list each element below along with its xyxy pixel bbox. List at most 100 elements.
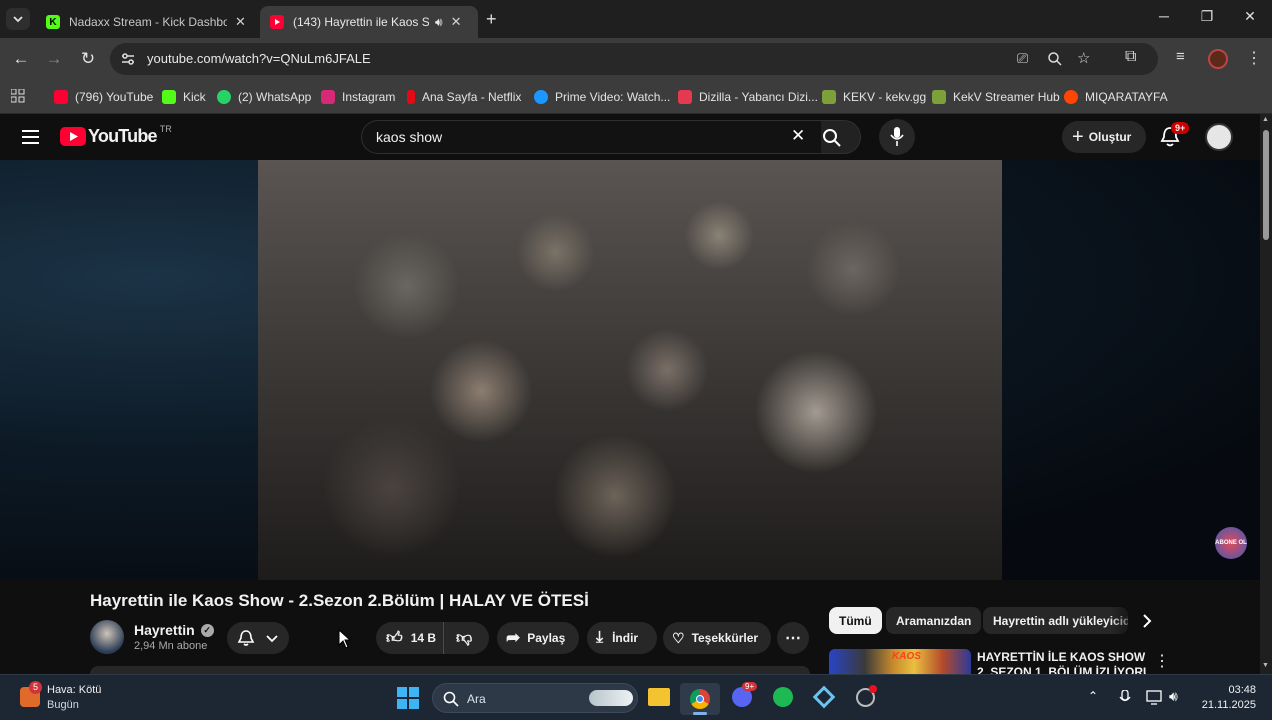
channel-name[interactable]: Hayrettin — [134, 622, 195, 638]
forward-icon[interactable]: → — [42, 47, 66, 71]
close-tab-icon[interactable]: ✕ — [451, 14, 462, 30]
clock-date: 21.11.2025 — [1201, 699, 1256, 711]
bookmark-instagram[interactable]: Instagram — [321, 87, 395, 107]
restore-icon[interactable]: ❐ — [1187, 8, 1227, 30]
site-settings-icon[interactable] — [120, 51, 136, 67]
clock[interactable]: 03:48 21.11.2025 — [1196, 683, 1256, 713]
download-button[interactable]: ⤓ İndir — [587, 622, 657, 654]
windows-start-icon[interactable] — [397, 687, 419, 709]
chevron-right-icon[interactable] — [1140, 613, 1154, 629]
back-icon[interactable]: ← — [9, 47, 33, 71]
bookmark-netflix[interactable]: Ana Sayfa - Netflix — [407, 87, 521, 107]
bookmark-prime-video[interactable]: Prime Video: Watch... — [534, 87, 670, 107]
steam-icon[interactable] — [856, 685, 877, 707]
voice-search-button[interactable] — [879, 119, 915, 155]
clear-search-icon[interactable]: ✕ — [791, 126, 805, 146]
bookmark-label: MIQARATAYFA — [1085, 90, 1168, 104]
channel-avatar[interactable] — [90, 620, 124, 654]
tab-youtube-video[interactable]: (143) Hayrettin ile Kaos Show 🔊︎ ✕ — [260, 6, 478, 38]
file-explorer-icon[interactable] — [648, 688, 670, 706]
spotify-icon[interactable] — [773, 687, 793, 707]
close-tab-icon[interactable]: ✕ — [235, 14, 246, 30]
menu-kebab-icon[interactable]: ⋮ — [1246, 48, 1262, 68]
thanks-button[interactable]: ♡ Teşekkürler — [663, 622, 771, 654]
network-icon[interactable] — [1146, 690, 1164, 706]
dislike-button[interactable]: 👎︎ — [444, 629, 472, 648]
chrome-taskbar-button[interactable] — [680, 683, 720, 715]
scrollbar-thumb[interactable] — [1263, 130, 1269, 240]
tray-overflow-icon[interactable]: ⌃ — [1088, 689, 1098, 703]
microphone-icon[interactable] — [1119, 690, 1131, 706]
chip-from-uploader[interactable]: Hayrettin adlı yükleyiciden — [983, 607, 1128, 634]
notifications-button[interactable]: 9+ — [1160, 122, 1190, 148]
zoom-icon[interactable] — [1047, 51, 1063, 67]
search-button[interactable] — [821, 120, 861, 154]
minimize-icon[interactable]: ─ — [1144, 8, 1184, 30]
subscription-bell-button[interactable] — [227, 622, 289, 654]
bookmark-kekv[interactable]: KEKV - kekv.gg — [822, 87, 926, 107]
volume-icon[interactable]: 🔊︎ — [1169, 688, 1178, 705]
new-tab-icon[interactable]: + — [486, 9, 497, 30]
description-box[interactable] — [90, 666, 810, 674]
address-bar[interactable]: youtube.com/watch?v=QNuLm6JFALE ⎚ ☆ — [110, 43, 1158, 75]
tab-search-button[interactable] — [6, 8, 30, 30]
hamburger-menu-icon[interactable] — [22, 129, 40, 145]
reload-icon[interactable]: ↻ — [76, 47, 100, 71]
more-horizontal-icon: ⋯ — [785, 630, 801, 647]
bookmark-youtube[interactable]: (796) YouTube — [54, 87, 153, 107]
scroll-up-icon[interactable]: ▲ — [1262, 116, 1269, 123]
taskbar-search[interactable]: Ara — [432, 683, 638, 713]
notification-badge: 9+ — [1171, 122, 1190, 134]
subscribe-watermark[interactable]: ABONE OL — [1215, 527, 1247, 559]
discord-icon[interactable]: 9+ — [732, 682, 758, 707]
video-player[interactable]: ABONE OL — [0, 160, 1260, 580]
weather-widget[interactable]: Hava: Kötü Bugün — [47, 683, 101, 713]
chip-all[interactable]: Tümü — [829, 607, 882, 634]
suggested-video-thumbnail[interactable]: KAOS — [829, 649, 971, 674]
chip-fade — [1110, 607, 1140, 634]
page-scrollbar[interactable]: ▲ ▼ — [1260, 114, 1272, 674]
like-count: 14 B — [410, 631, 437, 645]
search-query: kaos show — [376, 129, 443, 145]
create-button[interactable]: + Oluştur — [1062, 121, 1146, 153]
youtube-icon — [54, 90, 68, 104]
kekv-icon — [822, 90, 836, 104]
channel-name-row[interactable]: Hayrettin ✓ — [134, 622, 214, 638]
weather-subtitle: Bugün — [47, 699, 79, 711]
clock-time: 03:48 — [1228, 684, 1256, 696]
search-placeholder: Ara — [467, 692, 486, 706]
logo-text: YouTube — [88, 126, 158, 146]
media-control-icon[interactable]: ≡ — [1176, 48, 1185, 65]
bookmarks-bar: (796) YouTube Kick (2) WhatsApp Instagra… — [0, 80, 1272, 114]
search-icon — [443, 691, 459, 707]
bookmark-kick[interactable]: Kick — [162, 87, 206, 107]
tab-kick-dashboard[interactable]: K Nadaxx Stream - Kick Dashboard ✕ — [36, 6, 258, 38]
search-input[interactable]: kaos show ✕ — [361, 120, 822, 154]
bookmark-star-icon[interactable]: ☆ — [1077, 49, 1090, 67]
chip-from-search[interactable]: Aramanızdan — [886, 607, 982, 634]
bookmark-whatsapp[interactable]: (2) WhatsApp — [217, 87, 311, 107]
youtube-logo[interactable]: YouTube TR — [60, 124, 172, 147]
more-actions-button[interactable]: ⋯ — [777, 622, 809, 654]
close-window-icon[interactable]: ✕ — [1230, 8, 1270, 30]
download-label: İndir — [612, 631, 639, 645]
app-diamond-icon[interactable] — [812, 685, 836, 709]
account-avatar[interactable] — [1205, 123, 1233, 151]
bookmark-label: KekV Streamer Hub — [953, 90, 1060, 104]
extensions-icon[interactable]: ⧉ — [1125, 48, 1136, 66]
bell-icon — [237, 630, 255, 646]
bookmark-dizilla[interactable]: Dizilla - Yabancı Dizi... — [678, 87, 818, 107]
speaker-icon[interactable]: 🔊︎ — [435, 15, 443, 30]
scroll-down-icon[interactable]: ▼ — [1262, 662, 1269, 669]
share-button[interactable]: ➦ Paylaş — [497, 622, 579, 654]
install-app-icon[interactable]: ⎚ — [1017, 50, 1028, 67]
chrome-icon — [690, 689, 710, 709]
suggested-title-line: HAYRETTİN İLE KAOS SHOW - — [977, 650, 1147, 664]
apps-grid-icon[interactable] — [11, 89, 25, 103]
like-button[interactable]: 👍︎ 14 B — [376, 622, 444, 654]
profile-avatar[interactable] — [1208, 49, 1228, 69]
kick-icon: K — [46, 15, 60, 29]
bookmark-reddit[interactable]: MIQARATAYFA — [1064, 87, 1168, 107]
bookmark-kekv-hub[interactable]: KekV Streamer Hub — [932, 87, 1060, 107]
suggested-more-icon[interactable]: ⋮ — [1154, 651, 1170, 671]
